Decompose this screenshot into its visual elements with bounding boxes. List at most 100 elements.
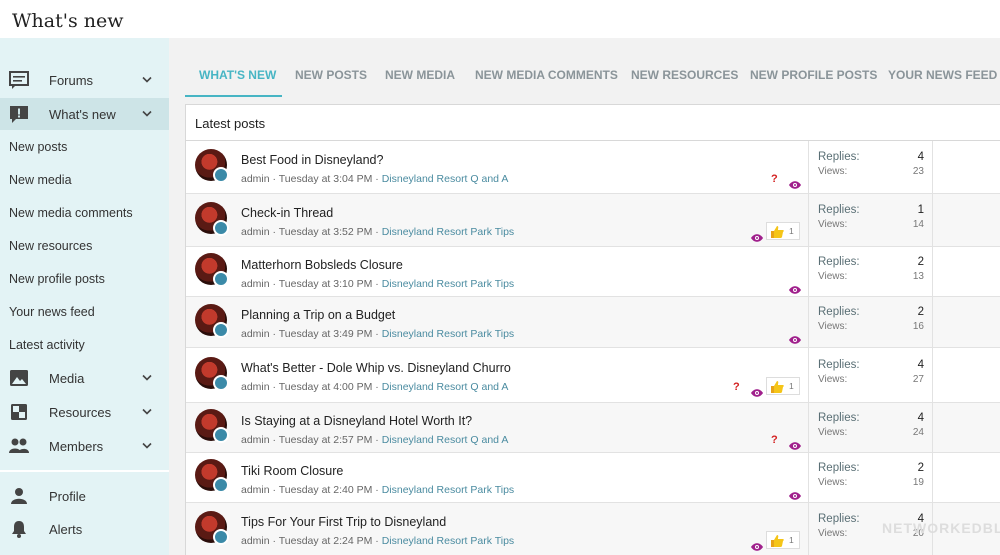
sidebar-item-resources[interactable]: Resources <box>0 396 169 428</box>
avatar[interactable] <box>195 253 229 287</box>
sidebar-item-label: Media <box>49 370 85 386</box>
thread-forum-link[interactable]: Disneyland Resort Q and A <box>382 381 509 393</box>
avatar[interactable] <box>195 202 229 236</box>
column-separator <box>808 503 809 555</box>
replies-count: 2 <box>917 256 924 268</box>
chevron-down-icon[interactable] <box>142 408 152 416</box>
thread-forum-link[interactable]: Disneyland Resort Park Tips <box>382 278 514 290</box>
thread-row[interactable]: What's Better - Dole Whip vs. Disneyland… <box>186 348 1000 403</box>
thread-title[interactable]: Tiki Room Closure <box>241 464 343 478</box>
tab-new-resources[interactable]: NEW RESOURCES <box>631 68 738 82</box>
sidebar-item-members[interactable]: Members <box>0 430 169 462</box>
tab-new-posts[interactable]: NEW POSTS <box>295 68 367 82</box>
sidebar-item-whats-new[interactable]: What's new <box>0 98 169 130</box>
avatar[interactable] <box>195 304 229 338</box>
tab-new-media[interactable]: NEW MEDIA <box>385 68 455 82</box>
avatar[interactable] <box>195 149 229 183</box>
thread-date[interactable]: Tuesday at 4:00 PM <box>279 381 373 393</box>
sidebar-item-alerts[interactable]: Alerts <box>0 513 169 545</box>
thread-meta: admin · Tuesday at 3:49 PM · Disneyland … <box>241 328 514 340</box>
thread-row[interactable]: Tiki Room Closure admin · Tuesday at 2:4… <box>186 453 1000 503</box>
views-label: Views: <box>818 321 848 332</box>
chevron-down-icon[interactable] <box>142 76 152 84</box>
thread-author[interactable]: admin <box>241 173 270 185</box>
thread-forum-link[interactable]: Disneyland Resort Q and A <box>382 434 509 446</box>
thread-author[interactable]: admin <box>241 484 270 496</box>
views-count: 24 <box>912 427 924 438</box>
avatar[interactable] <box>195 459 229 493</box>
sidebar-link-new-media-comments[interactable]: New media comments <box>9 206 133 220</box>
thread-forum-link[interactable]: Disneyland Resort Park Tips <box>382 535 514 547</box>
avatar[interactable] <box>195 409 229 443</box>
sidebar-item-forums[interactable]: Forums <box>0 64 169 96</box>
thread-meta: admin · Tuesday at 3:52 PM · Disneyland … <box>241 226 514 238</box>
thread-row[interactable]: Matterhorn Bobsleds Closure admin · Tues… <box>186 247 1000 297</box>
watermark: NETWORKEDBLOGS <box>882 520 1000 536</box>
views-label: Views: <box>818 219 848 230</box>
sidebar-item-label: Alerts <box>49 521 83 537</box>
thread-title[interactable]: Is Staying at a Disneyland Hotel Worth I… <box>241 414 472 428</box>
thumbs-up-icon <box>770 534 784 547</box>
sidebar-link-new-resources[interactable]: New resources <box>9 239 92 253</box>
sidebar-link-new-posts[interactable]: New posts <box>9 140 67 154</box>
thread-title[interactable]: Matterhorn Bobsleds Closure <box>241 258 403 272</box>
thread-date[interactable]: Tuesday at 3:04 PM <box>279 173 373 185</box>
thread-row[interactable]: Is Staying at a Disneyland Hotel Worth I… <box>186 403 1000 453</box>
tab-new-media-comments[interactable]: NEW MEDIA COMMENTS <box>475 68 618 82</box>
avatar[interactable] <box>195 357 229 391</box>
sidebar-link-new-profile-posts[interactable]: New profile posts <box>9 272 105 286</box>
thread-author[interactable]: admin <box>241 535 270 547</box>
thread-row[interactable]: Best Food in Disneyland? admin · Tuesday… <box>186 141 1000 194</box>
column-separator <box>808 297 809 347</box>
thread-row[interactable]: Check-in Thread admin · Tuesday at 3:52 … <box>186 194 1000 247</box>
user-icon <box>11 488 27 504</box>
reaction-summary[interactable]: 1 <box>766 531 800 549</box>
tab-new-profile-posts[interactable]: NEW PROFILE POSTS <box>750 68 877 82</box>
views-label: Views: <box>818 166 848 177</box>
views-label: Views: <box>818 427 848 438</box>
thread-date[interactable]: Tuesday at 2:57 PM <box>279 434 373 446</box>
thread-title[interactable]: Check-in Thread <box>241 206 333 220</box>
column-separator <box>932 403 933 452</box>
thread-forum-link[interactable]: Disneyland Resort Park Tips <box>382 328 514 340</box>
thread-date[interactable]: Tuesday at 2:40 PM <box>279 484 373 496</box>
thread-date[interactable]: Tuesday at 2:24 PM <box>279 535 373 547</box>
thread-forum-link[interactable]: Disneyland Resort Park Tips <box>382 226 514 238</box>
thread-date[interactable]: Tuesday at 3:52 PM <box>279 226 373 238</box>
thread-title[interactable]: Tips For Your First Trip to Disneyland <box>241 515 446 529</box>
thread-date[interactable]: Tuesday at 3:49 PM <box>279 328 373 340</box>
question-icon: ? <box>733 381 740 393</box>
sidebar-link-your-news-feed[interactable]: Your news feed <box>9 305 95 319</box>
thread-title[interactable]: Best Food in Disneyland? <box>241 153 383 167</box>
avatar[interactable] <box>195 511 229 545</box>
thread-row[interactable]: Tips For Your First Trip to Disneyland a… <box>186 503 1000 555</box>
replies-count: 4 <box>917 151 924 163</box>
sidebar-link-latest-activity[interactable]: Latest activity <box>9 338 85 352</box>
thread-author[interactable]: admin <box>241 434 270 446</box>
watched-eye-icon <box>789 281 801 294</box>
thread-row[interactable]: Planning a Trip on a Budget admin · Tues… <box>186 297 1000 348</box>
sidebar-link-new-media[interactable]: New media <box>9 173 72 187</box>
sidebar-item-media[interactable]: Media <box>0 362 169 394</box>
thread-title[interactable]: What's Better - Dole Whip vs. Disneyland… <box>241 361 511 375</box>
views-count: 19 <box>912 477 924 488</box>
sidebar-item-profile[interactable]: Profile <box>0 480 169 512</box>
thread-forum-link[interactable]: Disneyland Resort Park Tips <box>382 484 514 496</box>
replies-count: 4 <box>917 412 924 424</box>
chevron-down-icon[interactable] <box>142 374 152 382</box>
reaction-summary[interactable]: 1 <box>766 377 800 395</box>
thread-author[interactable]: admin <box>241 278 270 290</box>
tab-your-news-feed[interactable]: YOUR NEWS FEED <box>888 68 997 82</box>
avatar-badge <box>213 427 229 443</box>
views-label: Views: <box>818 271 848 282</box>
chevron-down-icon[interactable] <box>142 110 152 118</box>
thread-date[interactable]: Tuesday at 3:10 PM <box>279 278 373 290</box>
thread-title[interactable]: Planning a Trip on a Budget <box>241 308 395 322</box>
thread-forum-link[interactable]: Disneyland Resort Q and A <box>382 173 509 185</box>
thread-author[interactable]: admin <box>241 328 270 340</box>
thread-author[interactable]: admin <box>241 226 270 238</box>
tab-whats-new[interactable]: WHAT'S NEW <box>199 68 276 82</box>
reaction-summary[interactable]: 1 <box>766 222 800 240</box>
thread-author[interactable]: admin <box>241 381 270 393</box>
chevron-down-icon[interactable] <box>142 442 152 450</box>
